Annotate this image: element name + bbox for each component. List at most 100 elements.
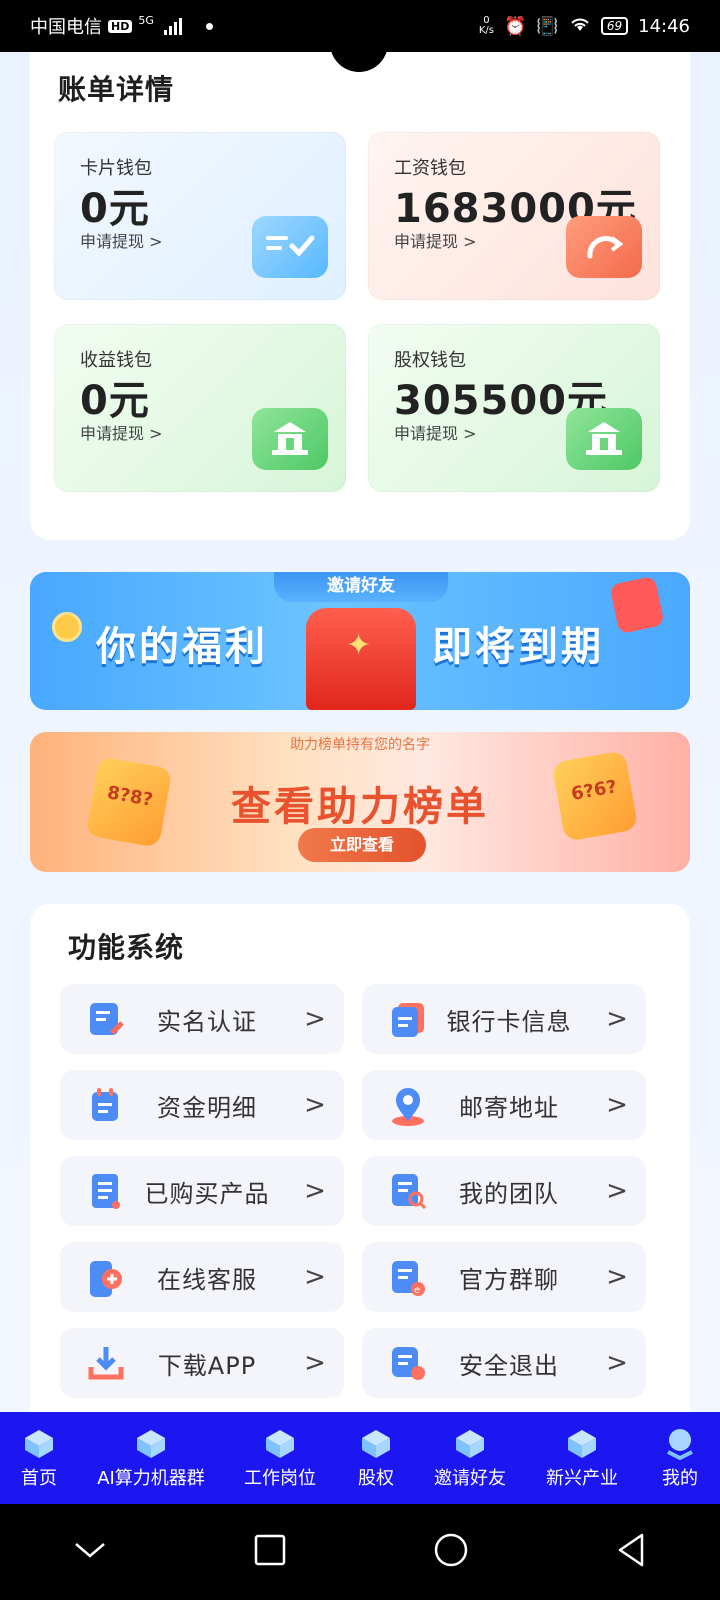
chevron-right-icon: > bbox=[606, 1090, 628, 1120]
bank-card-icon bbox=[390, 1001, 426, 1037]
func-item-official-group[interactable]: e 官方群聊 > bbox=[362, 1242, 646, 1312]
withdraw-link[interactable]: 申请提现 > bbox=[394, 420, 477, 444]
nav-label: 首页 bbox=[21, 1468, 57, 1489]
clock: 14:46 bbox=[638, 15, 690, 37]
calendar-note-icon bbox=[88, 1087, 124, 1123]
home-cube-icon bbox=[25, 1430, 53, 1458]
network-speed: 0 K/s bbox=[478, 15, 494, 36]
wallet-salary-card[interactable]: 工资钱包 1683000元 申请提现 > bbox=[366, 130, 662, 302]
logout-icon bbox=[390, 1345, 426, 1381]
chevron-right-icon: > bbox=[304, 1262, 326, 1292]
view-now-button[interactable]: 立即查看 bbox=[298, 828, 426, 862]
func-item-online-support[interactable]: 在线客服 > bbox=[60, 1242, 344, 1312]
chevron-right-icon: > bbox=[304, 1090, 326, 1120]
invite-friends-banner[interactable]: 邀请好友 你的福利 即将到期 bbox=[30, 572, 690, 710]
equity-cube-icon bbox=[362, 1430, 390, 1458]
nav-label: 股权 bbox=[358, 1468, 394, 1489]
nav-item-home[interactable]: 首页 bbox=[0, 1412, 78, 1504]
battery-icon: 69 bbox=[600, 17, 629, 35]
func-item-real-name[interactable]: 实名认证 > bbox=[60, 984, 344, 1054]
wallet-card-card[interactable]: 卡片钱包 0元 申请提现 > bbox=[52, 130, 348, 302]
collapse-chevron-icon[interactable] bbox=[74, 1540, 106, 1564]
network-type: 5G bbox=[138, 13, 154, 27]
chevron-right-icon: > bbox=[606, 1262, 628, 1292]
scratch-card-right: 6?6? bbox=[551, 750, 639, 842]
chevron-right-icon: > bbox=[304, 1004, 326, 1034]
industry-cube-icon bbox=[568, 1430, 596, 1458]
withdraw-link[interactable]: 申请提现 > bbox=[394, 228, 477, 252]
func-item-fund-detail[interactable]: 资金明细 > bbox=[60, 1070, 344, 1140]
nav-item-emerging[interactable]: 新兴产业 bbox=[524, 1412, 640, 1504]
func-label: 在线客服 bbox=[157, 1265, 257, 1294]
group-chat-icon: e bbox=[390, 1259, 426, 1296]
banner-left-text: 你的福利 bbox=[96, 624, 268, 670]
help-ranking-banner[interactable]: 助力榜单持有您的名字 8?8? 查看助力榜单 立即查看 6?6? ⌄ bbox=[30, 732, 690, 872]
wallet-equity-card[interactable]: 股权钱包 305500元 申请提现 > bbox=[366, 322, 662, 494]
nav-label: 邀请好友 bbox=[434, 1468, 506, 1489]
func-label: 官方群聊 bbox=[459, 1265, 559, 1294]
chevron-right-icon: > bbox=[606, 1004, 628, 1034]
banner-tag: 邀请好友 bbox=[274, 572, 448, 602]
profile-globe-icon bbox=[667, 1429, 693, 1460]
download-icon bbox=[88, 1345, 124, 1381]
banner-tag: 助力榜单持有您的名字 bbox=[290, 737, 430, 753]
chevron-down-icon[interactable]: ⌄ bbox=[661, 742, 676, 763]
chevron-right-icon: > bbox=[304, 1348, 326, 1378]
func-item-my-team[interactable]: 我的团队 > bbox=[362, 1156, 646, 1226]
id-card-edit-icon bbox=[88, 1001, 124, 1037]
func-item-bank-card[interactable]: 银行卡信息 > bbox=[362, 984, 646, 1054]
func-label: 实名认证 bbox=[157, 1007, 257, 1036]
recents-square-icon[interactable] bbox=[254, 1534, 286, 1570]
coin-icon bbox=[52, 612, 82, 642]
wallet-amount: 0元 bbox=[80, 378, 150, 424]
nav-label: 新兴产业 bbox=[546, 1468, 618, 1489]
home-circle-icon[interactable] bbox=[434, 1533, 468, 1571]
bottom-navigation: 首页 AI算力机器群 工作岗位 股权 邀请好友 新兴产业 我的 bbox=[0, 1412, 720, 1504]
func-item-mailing-address[interactable]: 邮寄地址 > bbox=[362, 1070, 646, 1140]
nav-item-equity[interactable]: 股权 bbox=[336, 1412, 416, 1504]
svg-text:e: e bbox=[414, 1285, 420, 1296]
gift-card-icon bbox=[609, 575, 665, 635]
pavilion-icon bbox=[252, 408, 328, 470]
nav-item-ai-cluster[interactable]: AI算力机器群 bbox=[78, 1412, 224, 1504]
pavilion-icon bbox=[566, 408, 642, 470]
alarm-icon: ⏰ bbox=[504, 15, 527, 37]
wallet-income-card[interactable]: 收益钱包 0元 申请提现 > bbox=[52, 322, 348, 494]
withdraw-link[interactable]: 申请提现 > bbox=[80, 420, 163, 444]
banner-right-text: 即将到期 bbox=[432, 624, 604, 670]
withdraw-link[interactable]: 申请提现 > bbox=[80, 228, 163, 252]
func-label: 资金明细 bbox=[157, 1093, 257, 1122]
func-item-purchased-products[interactable]: 已购买产品 > bbox=[60, 1156, 344, 1226]
server-cube-icon bbox=[137, 1430, 165, 1458]
func-label: 我的团队 bbox=[459, 1179, 559, 1208]
func-label: 已购买产品 bbox=[144, 1179, 270, 1208]
jobs-cube-icon bbox=[266, 1430, 294, 1458]
system-navigation-bar bbox=[0, 1504, 720, 1600]
nav-item-invite[interactable]: 邀请好友 bbox=[416, 1412, 524, 1504]
nav-item-jobs[interactable]: 工作岗位 bbox=[224, 1412, 336, 1504]
hd-badge: HD bbox=[108, 19, 133, 33]
func-label: 下载APP bbox=[157, 1351, 257, 1380]
carrier-name: 中国电信 bbox=[30, 17, 102, 38]
func-label: 安全退出 bbox=[459, 1351, 559, 1380]
func-item-download-app[interactable]: 下载APP > bbox=[60, 1328, 344, 1398]
search-document-icon bbox=[390, 1173, 427, 1210]
back-triangle-icon[interactable] bbox=[616, 1533, 646, 1571]
vibrate-icon: 📳 bbox=[536, 15, 559, 37]
location-pin-icon bbox=[390, 1087, 426, 1126]
invite-cube-icon bbox=[456, 1430, 484, 1458]
document-icon bbox=[88, 1173, 124, 1209]
phone-support-icon bbox=[88, 1259, 124, 1297]
red-envelope-icon bbox=[306, 608, 416, 710]
chevron-right-icon: > bbox=[606, 1348, 628, 1378]
bill-section-title: 账单详情 bbox=[49, 68, 174, 108]
function-system-card: 功能系统 实名认证 > 银行卡信息 > 资金明细 > 邮寄地址 > 已购买产品 … bbox=[30, 904, 690, 1414]
refresh-ticket-icon bbox=[566, 216, 642, 278]
func-item-safe-logout[interactable]: 安全退出 > bbox=[362, 1328, 646, 1398]
wifi-icon bbox=[569, 15, 591, 38]
wallet-amount: 0元 bbox=[80, 186, 150, 232]
nav-label: 工作岗位 bbox=[244, 1468, 316, 1489]
function-section-title: 功能系统 bbox=[59, 926, 184, 966]
nav-item-mine[interactable]: 我的 bbox=[640, 1412, 720, 1504]
nav-label: 我的 bbox=[662, 1468, 698, 1489]
